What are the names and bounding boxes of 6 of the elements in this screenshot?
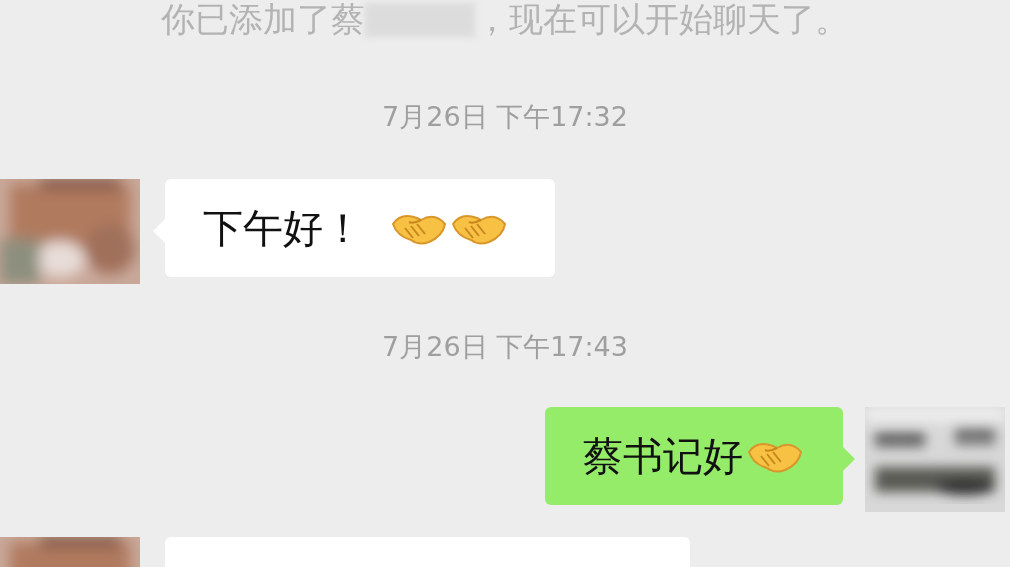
timestamp: 7月26日 下午17:43 [382, 330, 628, 364]
system-notice: 你已添加了蔡 [161, 0, 365, 41]
message-text: 下午好！ [203, 203, 363, 253]
message-text: 蔡书记好 [583, 431, 743, 481]
system-notice: ，现在可以开始聊天了。 [475, 0, 849, 41]
timestamp: 7月26日 下午17:32 [382, 100, 628, 134]
